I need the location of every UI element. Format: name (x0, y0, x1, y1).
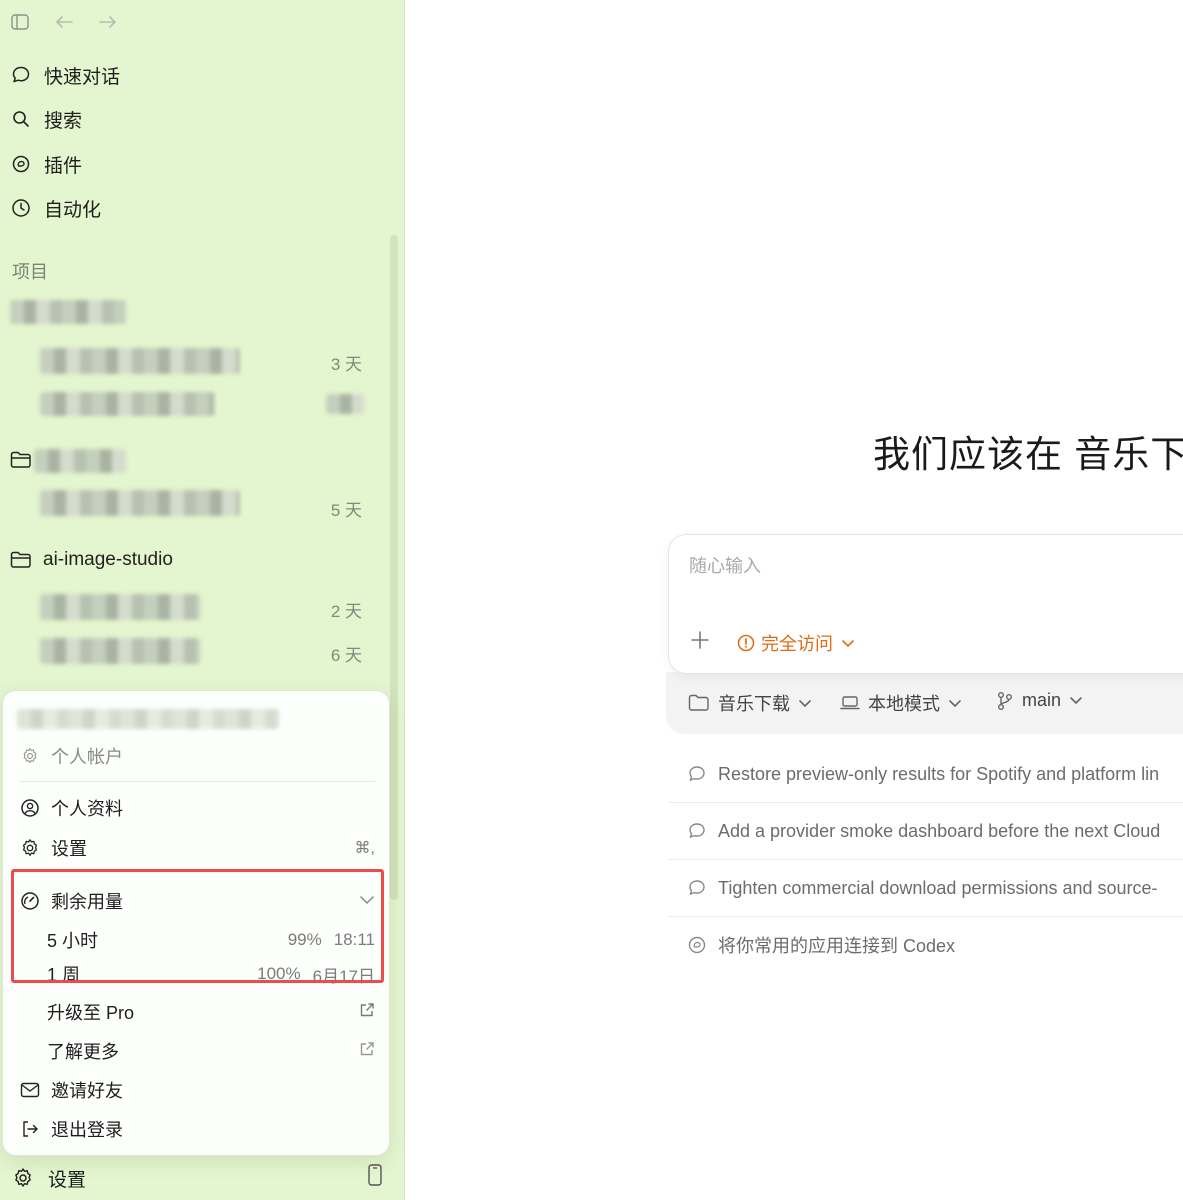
gear-icon (19, 745, 41, 767)
thread-time: 5 天 (330, 501, 362, 520)
branch-label: main (1022, 690, 1062, 710)
back-arrow-icon[interactable] (54, 12, 74, 32)
user-circle-icon (19, 797, 41, 819)
settings-shortcut: ⌘, (354, 840, 375, 857)
folder-label: 音乐下载 (718, 694, 790, 714)
nav-plugins-label: 插件 (44, 155, 83, 177)
access-mode-label: 完全访问 (761, 634, 833, 654)
mode-dropdown[interactable]: 本地模式 (840, 690, 962, 716)
nav-automation[interactable]: 自动化 (10, 190, 370, 226)
composer: 完全访问 (668, 534, 1183, 674)
redacted-email (17, 709, 279, 729)
menu-upgrade[interactable]: 升级至 Pro (47, 999, 375, 1025)
nav-quick-chat-label: 快速对话 (44, 66, 121, 88)
phone-icon[interactable] (368, 1164, 382, 1192)
menu-divider (19, 781, 375, 782)
suggestion-item[interactable]: Restore preview-only results for Spotify… (668, 746, 1183, 803)
nav-plugins[interactable]: 插件 (10, 146, 370, 182)
search-icon (10, 108, 32, 130)
sidebar-footer-settings[interactable]: 设置 (12, 1164, 382, 1192)
menu-upgrade-label: 升级至 Pro (47, 1003, 135, 1023)
redacted-project-name[interactable] (10, 300, 126, 324)
menu-account-header: 个人帐户 (19, 743, 375, 769)
suggestion-text: Add a provider smoke dashboard before th… (718, 820, 1161, 841)
chevron-down-icon (798, 699, 812, 708)
gear-icon (12, 1166, 36, 1190)
thread-time: 2 天 (330, 602, 362, 621)
chat-refresh-icon (686, 877, 708, 899)
menu-learn-more[interactable]: 了解更多 (47, 1038, 375, 1064)
suggestion-item[interactable]: Add a provider smoke dashboard before th… (668, 803, 1183, 860)
thread-time: 6 天 (330, 646, 362, 665)
redacted-thread-title[interactable] (40, 348, 240, 374)
chat-refresh-icon (686, 763, 708, 785)
add-attachment-button[interactable] (689, 629, 711, 651)
menu-profile[interactable]: 个人资料 (19, 795, 375, 821)
chevron-down-icon (841, 639, 855, 648)
menu-logout-label: 退出登录 (51, 1120, 123, 1140)
sidebar-scrollbar[interactable] (390, 235, 398, 900)
redacted-project-name (34, 449, 126, 473)
gear-icon (19, 837, 41, 859)
menu-learn-more-label: 了解更多 (47, 1042, 119, 1062)
window-toolbar (10, 10, 142, 34)
nav-search[interactable]: 搜索 (10, 101, 370, 137)
redacted-thread-title[interactable] (40, 594, 200, 620)
menu-invite-label: 邀请好友 (51, 1081, 123, 1101)
plugin-icon (686, 934, 708, 956)
external-link-icon (359, 1002, 375, 1023)
menu-invite[interactable]: 邀请好友 (19, 1077, 375, 1103)
projects-section-label: 项目 (12, 262, 48, 282)
account-menu: 个人帐户 个人资料 设置 ⌘, 剩余用量 5 小时 99% 18:11 1 周 … (2, 690, 390, 1156)
envelope-icon (19, 1079, 41, 1101)
menu-logout[interactable]: 退出登录 (19, 1116, 375, 1142)
redacted-thread-title[interactable] (40, 638, 200, 664)
access-mode-dropdown[interactable]: 完全访问 (737, 630, 855, 656)
forward-arrow-icon[interactable] (98, 12, 118, 32)
external-link-icon (359, 1041, 375, 1062)
composer-input[interactable] (687, 555, 1171, 578)
warning-circle-icon (737, 634, 755, 652)
laptop-icon (840, 695, 860, 711)
folder-icon (10, 548, 34, 572)
folder-icon (10, 448, 34, 472)
page-headline: 我们应该在 音乐下 (873, 434, 1183, 475)
clock-icon (10, 197, 32, 219)
redacted-thread-time (326, 394, 364, 414)
chat-bubble-icon (10, 64, 32, 86)
mode-label: 本地模式 (868, 694, 940, 714)
nav-quick-chat[interactable]: 快速对话 (10, 57, 370, 93)
suggestion-text: Restore preview-only results for Spotify… (718, 763, 1160, 784)
suggestion-text: Tighten commercial download permissions … (718, 877, 1158, 898)
footer-settings-label: 设置 (48, 1169, 87, 1191)
chevron-down-icon (948, 699, 962, 708)
menu-settings-label: 设置 (51, 839, 87, 859)
project-name: ai-image-studio (43, 549, 173, 570)
menu-settings[interactable]: 设置 ⌘, (19, 835, 375, 861)
nav-automation-label: 自动化 (44, 199, 102, 221)
branch-dropdown[interactable]: main (996, 690, 1083, 711)
suggestion-item[interactable]: 将你常用的应用连接到 Codex (668, 917, 1183, 973)
project-ai-image-studio[interactable]: ai-image-studio (10, 548, 173, 572)
sidebar-toggle-icon[interactable] (10, 12, 30, 32)
nav-search-label: 搜索 (44, 110, 83, 132)
suggestion-item[interactable]: Tighten commercial download permissions … (668, 860, 1183, 917)
thread-time: 3 天 (330, 355, 362, 374)
chevron-down-icon (1069, 696, 1083, 705)
menu-account-label: 个人帐户 (51, 747, 123, 767)
menu-profile-label: 个人资料 (51, 799, 123, 819)
redacted-thread-title[interactable] (40, 490, 240, 516)
logout-icon (19, 1118, 41, 1140)
chat-refresh-icon (686, 820, 708, 842)
plugin-icon (10, 153, 32, 175)
folder-dropdown[interactable]: 音乐下载 (688, 690, 812, 716)
suggestion-text: 将你常用的应用连接到 Codex (718, 936, 956, 956)
usage-highlight-box (11, 869, 384, 983)
redacted-thread-title[interactable] (40, 392, 214, 416)
git-branch-icon (996, 691, 1014, 711)
folder-icon (688, 694, 710, 712)
